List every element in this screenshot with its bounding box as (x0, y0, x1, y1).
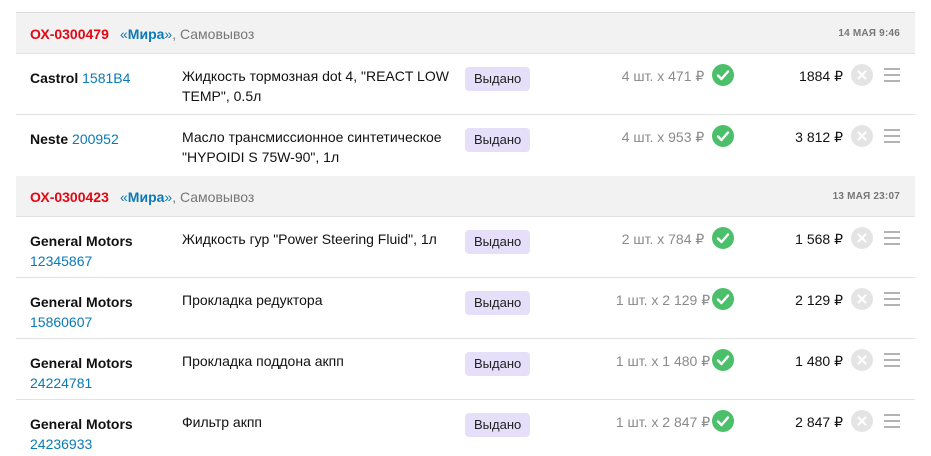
item-brand: General Motors (30, 416, 133, 432)
check-circle-icon[interactable] (712, 410, 734, 432)
item-article-link[interactable]: 12345867 (30, 253, 92, 269)
order-date: 13 МАЯ 23:07 (832, 191, 900, 202)
item-article-link[interactable]: 24236933 (30, 436, 92, 452)
item-name: Масло трансмиссионное синтетическое "HYP… (182, 129, 442, 165)
item-brand-block: Castrol 1581B4 (30, 68, 180, 88)
order-number[interactable]: ОХ-0300423 (30, 189, 109, 205)
item-brand: General Motors (30, 233, 133, 249)
status-badge: Выдано (465, 413, 531, 437)
status-badge: Выдано (465, 128, 531, 152)
item-quantity-price: 1 шт. x 1 480 ₽ (615, 353, 711, 369)
store-open-quote: « (120, 26, 128, 42)
hamburger-menu-icon[interactable] (883, 67, 901, 83)
cancel-circle-icon[interactable] (851, 227, 873, 249)
item-total: 2 847 ₽ (795, 414, 843, 430)
item-name: Фильтр акпп (182, 414, 262, 430)
item-brand-block: General Motors 12345867 (30, 231, 180, 271)
cancel-circle-icon[interactable] (851, 410, 873, 432)
store-name[interactable]: Мира (128, 26, 165, 42)
item-name: Прокладка редуктора (182, 292, 323, 308)
item-name: Жидкость тормозная dot 4, "REACT LOW TEM… (182, 68, 449, 104)
order-item-row: General Motors 15860607 Прокладка редукто… (16, 278, 915, 339)
item-quantity-price: 1 шт. x 2 847 ₽ (615, 414, 711, 430)
order-header: ОХ-0300423 «Мира», Самовывоз 13 МАЯ 23:0… (16, 176, 915, 217)
store-open-quote: « (120, 189, 128, 205)
item-total: 1 568 ₽ (795, 231, 843, 247)
item-brand: Castrol (30, 70, 79, 86)
item-total: 3 812 ₽ (795, 129, 843, 145)
order-store: «Мира», Самовывоз (120, 189, 254, 205)
status-badge: Выдано (465, 291, 531, 315)
cancel-circle-icon[interactable] (851, 288, 873, 310)
hamburger-menu-icon[interactable] (883, 352, 901, 368)
orders-list: ОХ-0300479 «Мира», Самовывоз 14 МАЯ 9:46… (16, 13, 915, 456)
order-item-row: General Motors 24236933 Фильтр акпп Выдан… (16, 400, 915, 456)
cancel-circle-icon[interactable] (851, 64, 873, 86)
check-circle-icon[interactable] (712, 64, 734, 86)
item-brand: Neste (30, 131, 69, 147)
cancel-circle-icon[interactable] (851, 125, 873, 147)
item-total: 1 480 ₽ (795, 353, 843, 369)
order-item-row: General Motors 12345867 Жидкость гур "Pow… (16, 217, 915, 278)
status-badge: Выдано (465, 352, 531, 376)
order-date: 14 МАЯ 9:46 (838, 28, 900, 39)
item-brand-block: General Motors 24236933 (30, 414, 180, 454)
item-name: Жидкость гур "Power Steering Fluid", 1л (182, 231, 437, 247)
hamburger-menu-icon[interactable] (883, 291, 901, 307)
item-quantity-price: 2 шт. x 784 ₽ (621, 231, 705, 247)
item-quantity-price: 1 шт. x 2 129 ₽ (615, 292, 711, 308)
item-total: 2 129 ₽ (795, 292, 843, 308)
hamburger-menu-icon[interactable] (883, 413, 901, 429)
hamburger-menu-icon[interactable] (883, 128, 901, 144)
check-circle-icon[interactable] (712, 125, 734, 147)
item-article-link[interactable]: 24224781 (30, 375, 92, 391)
item-article-link[interactable]: 200952 (72, 131, 119, 147)
order-item-row: Castrol 1581B4 Жидкость тормозная dot 4,… (16, 54, 915, 115)
order-item-row: General Motors 24224781 Прокладка поддона… (16, 339, 915, 400)
check-circle-icon[interactable] (712, 288, 734, 310)
item-article-link[interactable]: 1581B4 (82, 70, 130, 86)
cancel-circle-icon[interactable] (851, 349, 873, 371)
item-brand-block: Neste 200952 (30, 129, 180, 149)
item-brand: General Motors (30, 355, 133, 371)
delivery-type: , Самовывоз (172, 189, 255, 205)
item-quantity-price: 4 шт. x 953 ₽ (621, 129, 705, 145)
item-name: Прокладка поддона акпп (182, 353, 344, 369)
order-item-row: Neste 200952 Масло трансмиссионное синте… (16, 115, 915, 176)
item-brand: General Motors (30, 294, 133, 310)
item-total: 1884 ₽ (799, 68, 843, 84)
status-badge: Выдано (465, 230, 531, 254)
store-name[interactable]: Мира (128, 189, 165, 205)
order-number[interactable]: ОХ-0300479 (30, 26, 109, 42)
item-brand-block: General Motors 15860607 (30, 292, 180, 332)
hamburger-menu-icon[interactable] (883, 230, 901, 246)
status-badge: Выдано (465, 67, 531, 91)
item-brand-block: General Motors 24224781 (30, 353, 180, 393)
check-circle-icon[interactable] (712, 349, 734, 371)
item-article-link[interactable]: 15860607 (30, 314, 92, 330)
check-circle-icon[interactable] (712, 227, 734, 249)
order-store: «Мира», Самовывоз (120, 26, 254, 42)
order-header: ОХ-0300479 «Мира», Самовывоз 14 МАЯ 9:46 (16, 13, 915, 54)
item-quantity-price: 4 шт. x 471 ₽ (621, 68, 705, 84)
delivery-type: , Самовывоз (172, 26, 255, 42)
